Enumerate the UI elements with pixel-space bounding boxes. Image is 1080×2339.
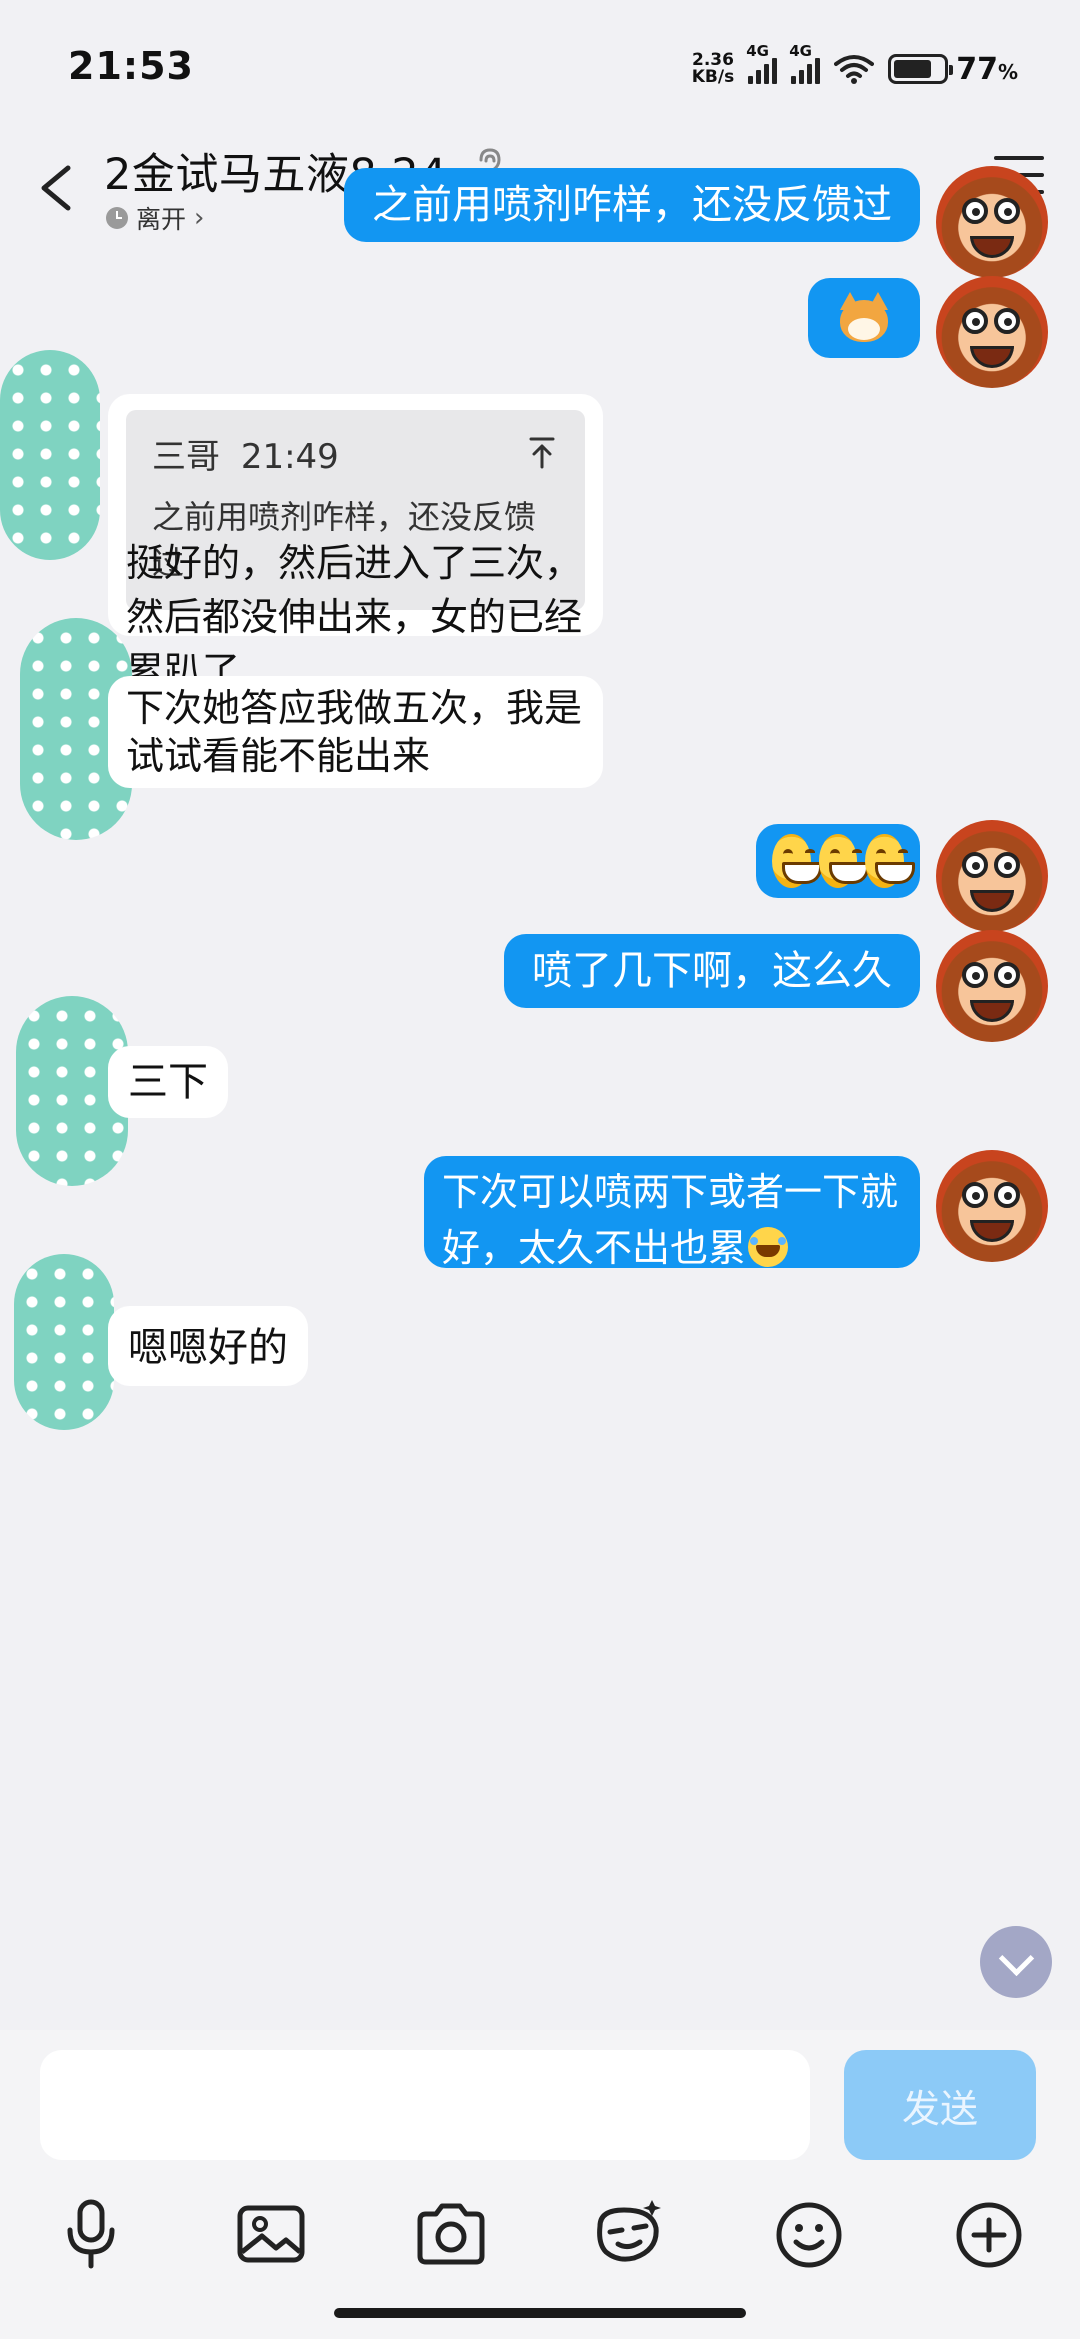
- wifi-icon: [834, 55, 875, 84]
- contact-avatar[interactable]: [0, 350, 100, 560]
- my-avatar[interactable]: [936, 276, 1048, 388]
- network-speed: 2.36 KB/s: [691, 50, 735, 87]
- emoji-icon[interactable]: [764, 2190, 854, 2280]
- message-bubble-sent[interactable]: 下次可以喷两下或者一下就好，太久不出也累: [424, 1156, 920, 1270]
- back-icon[interactable]: [30, 152, 90, 222]
- quote-time: 21:49: [240, 437, 339, 477]
- image-icon[interactable]: [226, 2190, 316, 2280]
- sticker-icon[interactable]: [584, 2190, 674, 2280]
- composer: 发送: [0, 2030, 1080, 2339]
- my-avatar[interactable]: [936, 930, 1048, 1042]
- clock-icon: [106, 207, 128, 229]
- grin-face-icon: [772, 834, 822, 888]
- message-bubble-sent[interactable]: 喷了几下啊，这么久: [504, 934, 920, 1008]
- battery-indicator: 77%: [888, 52, 1018, 87]
- status-time: 21:53: [68, 44, 194, 88]
- message-bubble-received[interactable]: 嗯嗯好的: [108, 1306, 308, 1386]
- send-button[interactable]: 发送: [844, 2050, 1036, 2160]
- camera-icon[interactable]: [406, 2190, 496, 2280]
- microphone-icon[interactable]: [46, 2190, 136, 2280]
- grin-face-icon: [865, 834, 915, 888]
- message-text: 挺好的，然后进入了三次，然后都没伸出来，女的已经累趴了: [126, 541, 583, 693]
- grin-face-icon: [818, 834, 869, 888]
- message-bubble-sent[interactable]: [808, 278, 920, 358]
- signal-icon-2: 4G: [789, 42, 821, 84]
- input-toolbar: [0, 2190, 1080, 2300]
- chevron-right-icon: ›: [194, 203, 205, 233]
- my-avatar[interactable]: [936, 166, 1048, 278]
- my-avatar[interactable]: [936, 820, 1048, 932]
- status-bar: 21:53 2.36 KB/s 4G 4G 77%: [0, 0, 1080, 130]
- message-bubble-received[interactable]: 三下: [108, 1046, 228, 1118]
- cat-sticker-icon: [836, 290, 892, 346]
- status-icons: 2.36 KB/s 4G 4G 77%: [691, 42, 1018, 92]
- tears-of-joy-icon: [748, 1227, 789, 1267]
- plus-icon[interactable]: [944, 2190, 1034, 2280]
- message-bubble-sent[interactable]: 之前用喷剂咋样，还没反馈过: [344, 168, 920, 242]
- battery-icon: [888, 54, 954, 84]
- presence-status[interactable]: 离开 ›: [106, 200, 204, 236]
- my-avatar[interactable]: [936, 1150, 1048, 1262]
- jump-to-original-icon[interactable]: [527, 436, 557, 470]
- home-indicator[interactable]: [334, 2308, 746, 2318]
- message-input[interactable]: [40, 2050, 810, 2160]
- signal-icon: 4G: [746, 42, 778, 84]
- contact-avatar[interactable]: [14, 1254, 114, 1430]
- message-bubble-sent[interactable]: [756, 824, 920, 898]
- scroll-to-bottom-button[interactable]: [980, 1926, 1052, 1998]
- quote-author: 三哥: [152, 437, 220, 477]
- message-bubble-received[interactable]: 下次她答应我做五次，我是试试看能不能出来: [108, 676, 603, 788]
